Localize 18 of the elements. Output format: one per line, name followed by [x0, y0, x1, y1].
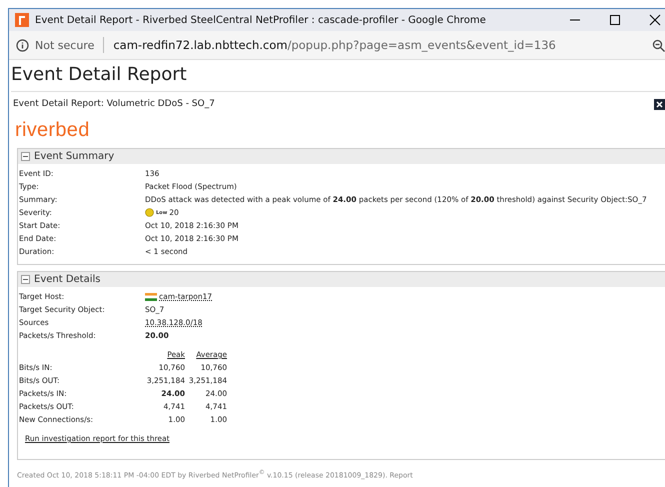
security-label: Not secure: [35, 38, 94, 52]
report-subtitle: Event Detail Report: Volumetric DDoS - SO_7: [13, 99, 215, 109]
section-title: Event Details: [34, 274, 100, 285]
app-icon: [15, 13, 29, 27]
url-field[interactable]: cam-redfin72.lab.nbttech.com/popup.php?page=asm_events&event_id=136: [113, 38, 556, 52]
flag-icon: [145, 292, 157, 300]
page-heading: Event Detail Report: [11, 60, 665, 92]
section-title: Event Summary: [34, 151, 114, 162]
zoom-icon[interactable]: [652, 38, 665, 52]
info-icon[interactable]: [16, 38, 29, 52]
collapse-icon[interactable]: [21, 275, 30, 284]
severity-icon: [145, 208, 154, 217]
maximize-icon[interactable]: [609, 14, 621, 26]
window-title: Event Detail Report - Riverbed SteelCentral NetProfiler : cascade-profiler - Google Chrome: [35, 14, 486, 26]
close-icon[interactable]: [649, 14, 661, 26]
logo: riverbed: [14, 118, 91, 143]
collapse-icon[interactable]: [21, 152, 30, 161]
close-icon[interactable]: [654, 98, 665, 110]
